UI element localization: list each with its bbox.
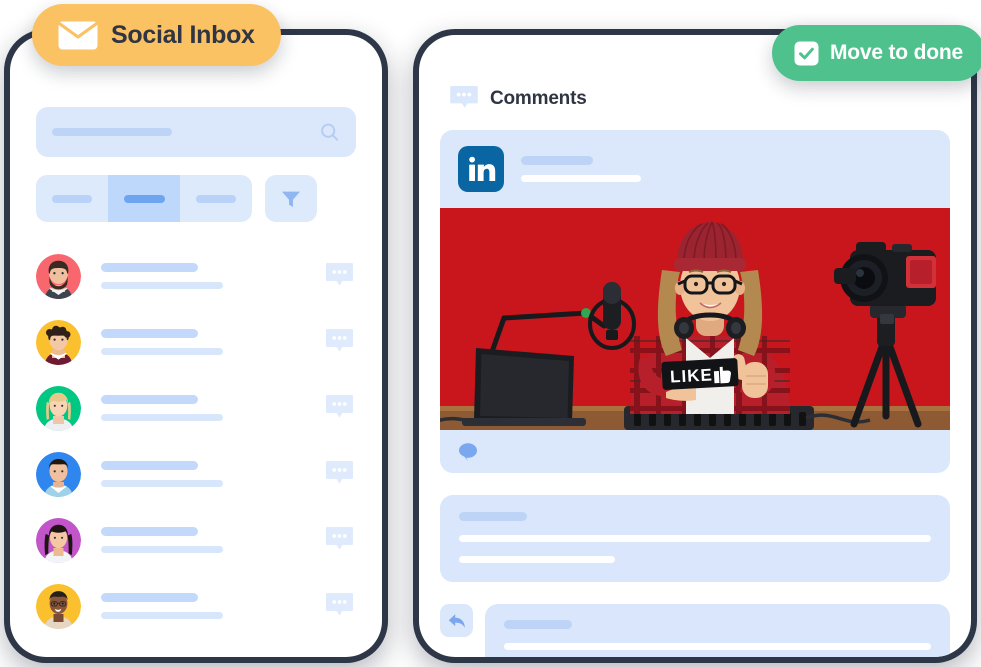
- list-item-text: [101, 461, 325, 487]
- search-input[interactable]: [36, 107, 356, 157]
- post-header: [440, 130, 950, 208]
- list-item-text: [101, 263, 325, 289]
- list-item-preview: [101, 546, 223, 553]
- envelope-icon: [58, 21, 98, 50]
- avatar: [36, 320, 81, 365]
- svg-text:LIKE: LIKE: [670, 365, 714, 386]
- list-item-preview: [101, 480, 223, 487]
- list-item-preview: [101, 612, 223, 619]
- check-square-icon: [794, 41, 819, 66]
- list-item-name: [101, 593, 198, 602]
- right-phone-frame: Comments: [413, 29, 977, 663]
- list-item-preview: [101, 414, 223, 421]
- left-phone-frame: [4, 29, 388, 663]
- avatar: [36, 452, 81, 497]
- linkedin-icon: [458, 146, 504, 192]
- comment-card[interactable]: [440, 495, 950, 582]
- move-to-done-label: Move to done: [830, 41, 963, 65]
- social-inbox-badge[interactable]: Social Inbox: [32, 4, 281, 66]
- comment-bubble-icon[interactable]: [325, 526, 354, 554]
- tab-unread[interactable]: [108, 175, 180, 222]
- tab-unread-label: [124, 195, 165, 203]
- reply-text-line-1: [504, 643, 931, 650]
- list-item[interactable]: [36, 243, 356, 309]
- social-inbox-label: Social Inbox: [111, 21, 255, 50]
- post-author-name: [521, 156, 593, 165]
- list-item[interactable]: [36, 573, 356, 639]
- illustration-stage: Comments: [0, 0, 981, 667]
- left-phone-screen: [10, 35, 382, 657]
- comment-bubble-icon[interactable]: [325, 460, 354, 488]
- list-item-name: [101, 527, 198, 536]
- list-item-name: [101, 395, 198, 404]
- comment-dots-icon: [450, 85, 478, 112]
- social-inbox-panel: [10, 35, 382, 639]
- list-item[interactable]: [36, 507, 356, 573]
- post-author: [521, 156, 932, 182]
- comments-panel: Comments: [419, 35, 971, 657]
- list-item-text: [101, 593, 325, 619]
- reply-arrow-icon: [448, 613, 466, 629]
- list-item[interactable]: [36, 441, 356, 507]
- list-item-name: [101, 461, 198, 470]
- list-item-preview: [101, 282, 223, 289]
- reply-row: [440, 604, 950, 657]
- avatar: [36, 584, 81, 629]
- avatar: [36, 518, 81, 563]
- tab-done-label: [196, 195, 236, 203]
- reply-card[interactable]: [485, 604, 950, 657]
- page-title: Comments: [490, 88, 587, 110]
- search-icon[interactable]: [319, 122, 340, 143]
- list-item-text: [101, 527, 325, 553]
- conversation-list: [36, 243, 356, 639]
- filter-tab-group: [36, 175, 252, 222]
- post-image[interactable]: LIKE: [440, 208, 950, 430]
- list-item-name: [101, 263, 198, 272]
- comment-author: [459, 512, 527, 521]
- post-card[interactable]: LIKE: [440, 130, 950, 473]
- list-item-preview: [101, 348, 223, 355]
- comment-text-line-2: [459, 556, 615, 563]
- right-phone-screen: Comments: [419, 35, 971, 657]
- tab-all-label: [52, 195, 92, 203]
- comment-bubble-icon[interactable]: [325, 262, 354, 290]
- tab-done[interactable]: [180, 175, 252, 222]
- move-to-done-button[interactable]: Move to done: [772, 25, 981, 81]
- comment-bubble-icon[interactable]: [325, 394, 354, 422]
- list-item[interactable]: [36, 309, 356, 375]
- reply-button[interactable]: [440, 604, 473, 637]
- avatar: [36, 386, 81, 431]
- tab-all[interactable]: [36, 175, 108, 222]
- post-author-subtitle: [521, 175, 641, 182]
- avatar: [36, 254, 81, 299]
- list-item[interactable]: [36, 375, 356, 441]
- comment-bubble-icon[interactable]: [325, 592, 354, 620]
- funnel-icon: [281, 190, 301, 208]
- search-placeholder-text: [52, 128, 172, 136]
- reply-author: [504, 620, 572, 629]
- filter-button[interactable]: [265, 175, 317, 222]
- list-item-text: [101, 395, 325, 421]
- comment-text-line-1: [459, 535, 931, 542]
- list-item-text: [101, 329, 325, 355]
- reaction-bubble-icon[interactable]: [458, 442, 478, 462]
- list-item-name: [101, 329, 198, 338]
- filter-row: [36, 175, 356, 222]
- comment-bubble-icon[interactable]: [325, 328, 354, 356]
- post-reactions: [440, 430, 950, 473]
